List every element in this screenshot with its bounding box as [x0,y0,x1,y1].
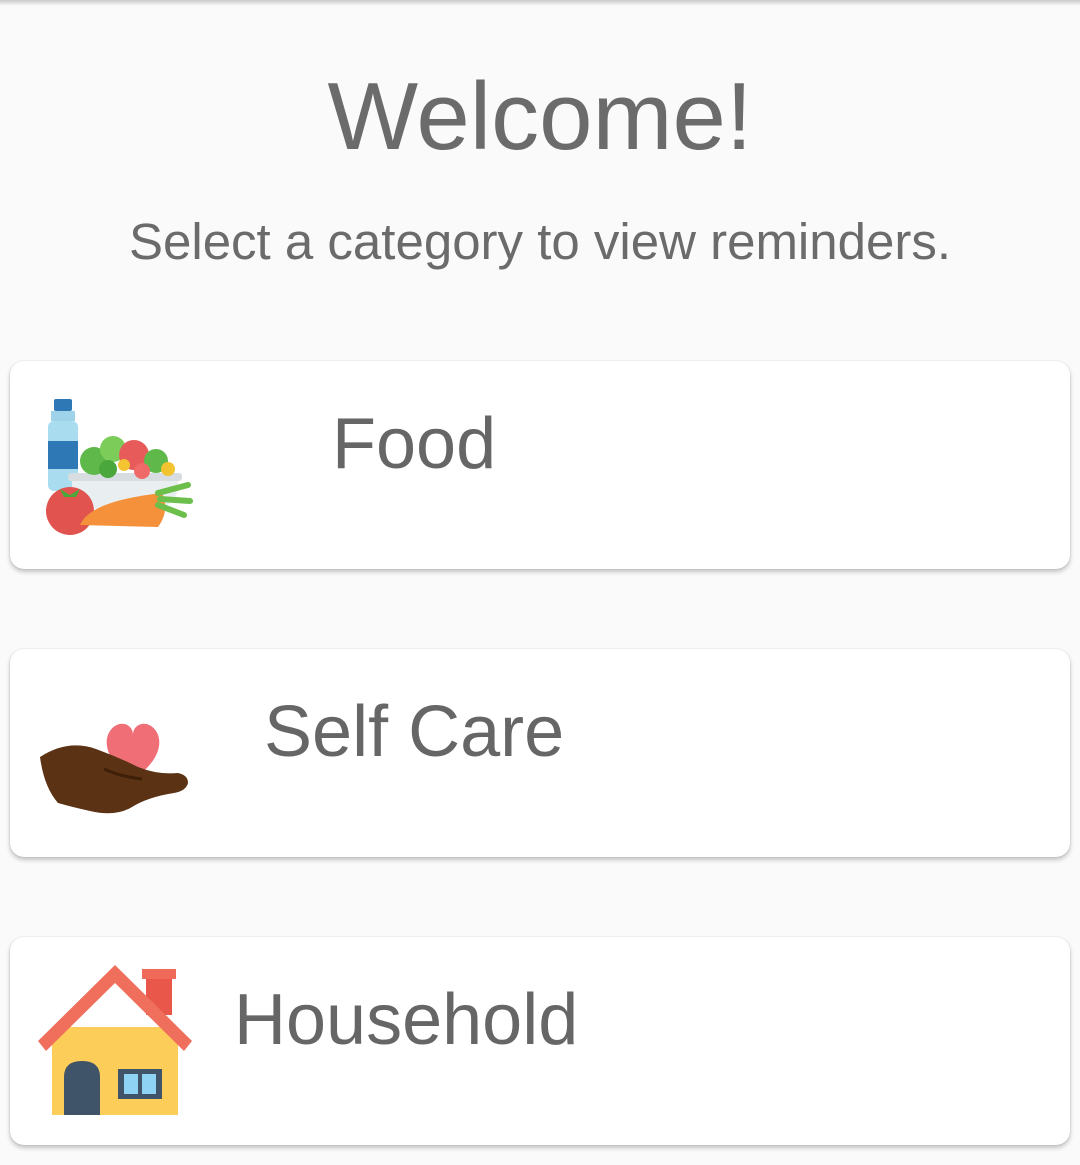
category-label-household: Household [234,980,579,1060]
page-title: Welcome! [327,63,753,170]
page-subtitle: Select a category to view reminders. [128,213,952,270]
category-label-food: Food [332,404,497,484]
category-card-self-care[interactable]: Self Care [10,649,1070,857]
food-icon [46,399,193,535]
category-card-household[interactable]: Household [10,937,1070,1145]
heart-hand-icon [40,723,188,814]
category-label-self-care: Self Care [264,692,565,772]
category-card-food[interactable]: Food [10,361,1070,569]
house-icon [38,965,192,1115]
app-bar-shadow [0,0,1080,6]
